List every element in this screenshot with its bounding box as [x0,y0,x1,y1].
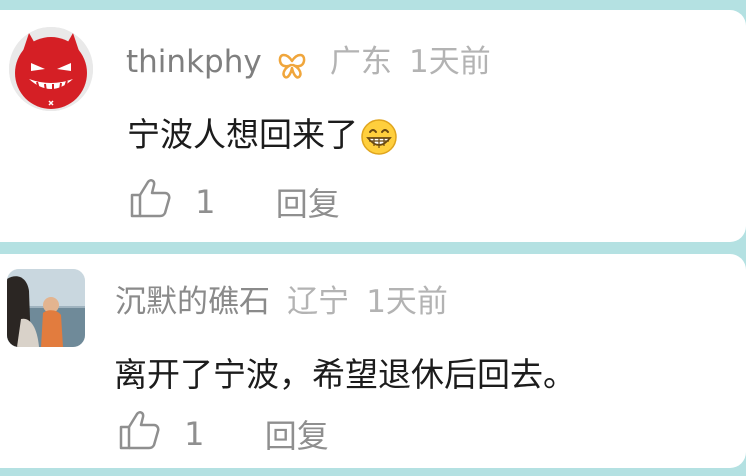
location: 辽宁 [287,284,350,320]
thumbs-up-icon[interactable] [118,410,160,458]
reply-button[interactable]: 回复 [265,411,329,457]
comment-card: 沉默的礁石 辽宁 1天前 离开了宁波，希望退休后回去。 1 回复 [0,254,746,468]
seaside-photo-avatar-icon [7,269,85,347]
butterfly-badge-icon [277,53,307,83]
timestamp: 1天前 [408,44,491,80]
timestamp: 1天前 [366,284,448,320]
like-count: 1 [184,415,205,453]
like-count: 1 [195,183,216,221]
comment-meta: thinkphy 广东 1天前 [126,36,491,83]
reply-button[interactable]: 回复 [276,179,340,225]
thumbs-up-icon[interactable] [129,178,171,226]
avatar[interactable] [9,27,93,111]
comment-content: 宁波人想回来了 [127,108,398,156]
comment-actions: 1 回复 [118,410,329,458]
comment-card: thinkphy 广东 1天前 宁波人想回来了 1 回复 [0,10,746,242]
comment-meta: 沉默的礁石 辽宁 1天前 [115,276,448,321]
username[interactable]: thinkphy [126,44,262,80]
location: 广东 [329,44,392,80]
grinning-face-emoji-icon [360,118,398,156]
avatar[interactable] [7,269,85,347]
comment-content: 离开了宁波，希望退休后回去。 [114,348,576,396]
comment-actions: 1 回复 [129,178,340,226]
comment-text: 离开了宁波，希望退休后回去。 [114,355,576,394]
username[interactable]: 沉默的礁石 [115,284,270,320]
red-devil-avatar-icon [9,27,93,111]
comment-text: 宁波人想回来了 [127,115,358,154]
